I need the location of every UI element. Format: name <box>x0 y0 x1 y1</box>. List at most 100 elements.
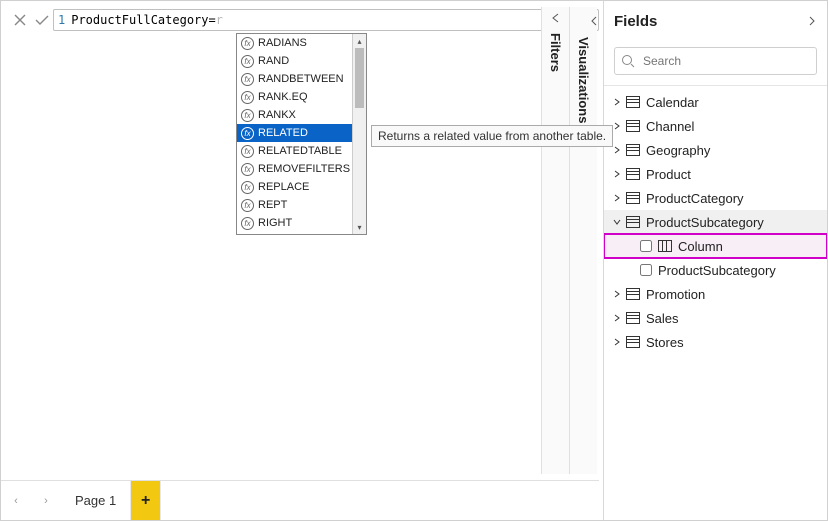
intellisense-item-label: RANK.EQ <box>258 91 308 103</box>
intellisense-item[interactable]: fxRAND <box>237 52 366 70</box>
function-icon: fx <box>241 181 254 194</box>
table-icon <box>626 312 640 324</box>
function-icon: fx <box>241 145 254 158</box>
table-icon <box>626 96 640 108</box>
table-icon <box>626 168 640 180</box>
intellisense-item-label: RANKX <box>258 109 296 121</box>
field-checkbox[interactable] <box>640 240 652 252</box>
tab-prev-button[interactable]: ‹ <box>1 495 31 507</box>
expand-filters-icon[interactable] <box>542 7 569 23</box>
field-table-label: ProductSubcategory <box>646 215 764 230</box>
column-icon <box>658 240 672 252</box>
add-page-button[interactable]: + <box>131 481 161 521</box>
fields-pane: Fields Calendar Channel Geography Product Pr… <box>603 1 827 520</box>
formula-bar: 1 ProductFullCategory=r <box>9 9 599 31</box>
intellisense-tooltip: Returns a related value from another tab… <box>371 125 613 147</box>
collapse-fields-button[interactable] <box>586 13 602 29</box>
intellisense-item-label: REPLACE <box>258 181 309 193</box>
visualizations-pane-collapsed[interactable]: · Visualizations <box>569 7 597 474</box>
fields-title: Fields <box>614 13 657 30</box>
intellisense-item[interactable]: fx RELATEDTABLE <box>237 142 366 160</box>
function-icon: fx <box>241 199 254 212</box>
function-icon: fx <box>241 73 254 86</box>
formula-text: ProductFullCategory= <box>71 13 216 27</box>
table-icon <box>626 192 640 204</box>
table-icon <box>626 336 640 348</box>
field-table-label: Channel <box>646 119 694 134</box>
formula-input[interactable]: 1 ProductFullCategory=r <box>53 9 599 31</box>
function-icon: fx <box>241 91 254 104</box>
field-table-label: ProductCategory <box>646 191 744 206</box>
table-icon <box>626 216 640 228</box>
field-table-label: Sales <box>646 311 679 326</box>
field-table-row[interactable]: Promotion <box>604 282 827 306</box>
intellisense-item-label: REPT <box>258 199 287 211</box>
field-table-row[interactable]: Sales <box>604 306 827 330</box>
search-wrap <box>604 41 827 86</box>
intellisense-item[interactable]: fxREMOVEFILTERS <box>237 160 366 178</box>
scroll-down-icon[interactable]: ▾ <box>353 220 366 234</box>
intellisense-item[interactable]: fx RANDBETWEEN <box>237 70 366 88</box>
intellisense-item[interactable]: fx RANKX <box>237 106 366 124</box>
intellisense-item-label: RELATEDTABLE <box>258 145 342 157</box>
intellisense-item[interactable]: fx RANK.EQ <box>237 88 366 106</box>
field-table-label: Promotion <box>646 287 705 302</box>
intellisense-item[interactable]: fx REPT <box>237 196 366 214</box>
table-icon <box>626 144 640 156</box>
formula-commit-button[interactable] <box>31 9 53 31</box>
chevron-down-icon <box>612 218 622 226</box>
formula-line-number: 1 <box>58 13 65 27</box>
field-table-row[interactable]: ProductSubcategory <box>604 210 827 234</box>
filters-label: Filters <box>548 23 563 72</box>
field-table-row[interactable]: Product <box>604 162 827 186</box>
intellisense-item[interactable]: fxRADIANS <box>237 34 366 52</box>
scroll-thumb[interactable] <box>355 48 364 108</box>
formula-cancel-button[interactable] <box>9 9 31 31</box>
field-column-label: Column <box>678 239 723 254</box>
intellisense-item[interactable]: fx REPLACE <box>237 178 366 196</box>
fields-forward-icon[interactable] <box>807 16 817 26</box>
search-input[interactable] <box>641 53 810 69</box>
chevron-right-icon <box>612 338 622 346</box>
formula-text-suffix: r <box>216 13 223 27</box>
intellisense-list: fxRADIANSfxRANDfxRANDBETWEENfxRANK.EQfxR… <box>237 34 366 234</box>
chevron-right-icon <box>612 314 622 322</box>
field-table-row[interactable]: ProductCategory <box>604 186 827 210</box>
intellisense-dropdown[interactable]: fxRADIANSfxRANDfxRANDBETWEENfxRANK.EQfxR… <box>236 33 367 235</box>
field-column-row[interactable]: Column <box>604 234 827 258</box>
function-icon: fx <box>241 109 254 122</box>
chevron-right-icon <box>612 194 622 202</box>
intellisense-item-label: RAND <box>258 55 289 67</box>
field-table-label: Product <box>646 167 691 182</box>
chevron-right-icon <box>612 122 622 130</box>
scroll-up-icon[interactable]: ▴ <box>353 34 366 48</box>
field-table-row[interactable]: Geography <box>604 138 827 162</box>
tab-next-button[interactable]: › <box>31 495 61 507</box>
search-box[interactable] <box>614 47 817 75</box>
field-table-row[interactable]: Calendar <box>604 90 827 114</box>
intellisense-item[interactable]: fxRELATED <box>237 124 366 142</box>
function-icon: fx <box>241 217 254 230</box>
table-icon <box>626 120 640 132</box>
chevron-right-icon <box>612 290 622 298</box>
field-table-label: Geography <box>646 143 710 158</box>
field-column-label: ProductSubcategory <box>658 263 776 278</box>
intellisense-item-label: RANDBETWEEN <box>258 73 344 85</box>
field-column-row[interactable]: ProductSubcategory <box>604 258 827 282</box>
chevron-right-icon <box>612 146 622 154</box>
function-icon: fx <box>241 163 254 176</box>
filters-pane-collapsed[interactable]: Filters <box>541 7 569 474</box>
field-tree: Calendar Channel Geography Product ProductCa… <box>604 86 827 520</box>
page-tab-1[interactable]: Page 1 <box>61 481 131 521</box>
intellisense-item[interactable]: fx RIGHT <box>237 214 366 232</box>
intellisense-item-label: RIGHT <box>258 217 292 229</box>
table-icon <box>626 288 640 300</box>
field-table-row[interactable]: Channel <box>604 114 827 138</box>
visualizations-label: Visualizations <box>576 27 591 123</box>
intellisense-scrollbar[interactable]: ▴ ▾ <box>352 34 366 234</box>
page-tabs: ‹ › Page 1 + <box>1 480 599 520</box>
field-checkbox[interactable] <box>640 264 652 276</box>
field-table-row[interactable]: Stores <box>604 330 827 354</box>
field-table-label: Calendar <box>646 95 699 110</box>
app-window: 1 ProductFullCategory=r fxRADIANSfxRANDf… <box>0 0 828 521</box>
